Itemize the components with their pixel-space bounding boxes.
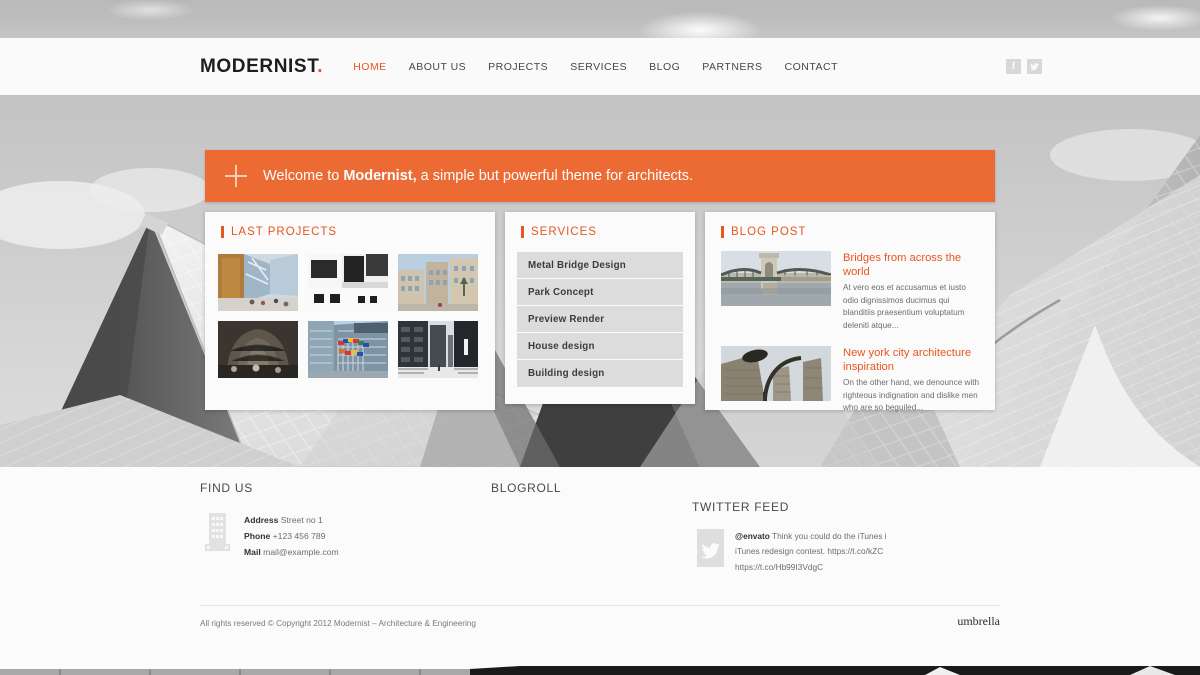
- site-footer: FIND US Address Street no 1 Phone +123 4…: [0, 467, 1200, 652]
- facebook-icon[interactable]: f: [1006, 59, 1021, 74]
- page-bottom-bleed: [0, 652, 1200, 675]
- last-projects-heading: LAST PROJECTS: [221, 226, 495, 238]
- service-item-preview-render[interactable]: Preview Render: [517, 306, 683, 333]
- tweet-text: @envato Think you could do the iTunes i …: [735, 529, 887, 575]
- last-projects-panel: LAST PROJECTS: [205, 212, 495, 410]
- project-thumb-plaza[interactable]: [398, 254, 478, 311]
- twitter-feed-heading: TWITTER FEED: [692, 500, 790, 514]
- footer-column-twitter-feed: TWITTER FEED @envato Think you could do …: [692, 500, 992, 575]
- heading-bar-marker: [221, 226, 224, 238]
- nav-item-projects[interactable]: PROJECTS: [488, 61, 548, 73]
- welcome-banner-text: Welcome to Modernist, a simple but power…: [263, 168, 693, 184]
- project-thumb-vault[interactable]: [218, 321, 298, 378]
- twitter-handle[interactable]: @envato: [735, 531, 770, 541]
- heading-label: BLOG POST: [731, 226, 807, 238]
- mail-label: Mail: [244, 546, 261, 557]
- services-heading: SERVICES: [521, 226, 695, 238]
- blog-post-item[interactable]: Bridges from across the world At vero eo…: [721, 251, 981, 333]
- social-links: f: [1006, 59, 1042, 74]
- heading-bar-marker: [721, 226, 724, 238]
- mail-value[interactable]: mail@example.com: [261, 547, 339, 557]
- twitter-avatar: [697, 529, 724, 567]
- blog-post-item[interactable]: New york city architecture inspiration O…: [721, 345, 981, 415]
- nav-item-home[interactable]: HOME: [353, 61, 387, 73]
- heading-label: SERVICES: [531, 226, 597, 238]
- heading-label: LAST PROJECTS: [231, 226, 338, 238]
- plus-icon: [225, 165, 247, 187]
- footer-column-find-us: FIND US Address Street no 1 Phone +123 4…: [200, 481, 480, 561]
- blog-post-heading: BLOG POST: [721, 226, 995, 238]
- hero-sky-bleed-top: [0, 0, 1200, 38]
- nav-item-about-us[interactable]: ABOUT US: [409, 61, 466, 73]
- phone-row: Phone +123 456 789: [244, 529, 339, 545]
- nav-item-blog[interactable]: BLOG: [649, 61, 680, 73]
- twitter-bird-icon: [701, 543, 720, 559]
- phone-label: Phone: [244, 530, 271, 541]
- site-logo[interactable]: MODERNIST.: [200, 56, 323, 78]
- mail-row: Mail mail@example.com: [244, 545, 339, 561]
- site-header: MODERNIST. HOME ABOUT US PROJECTS SERVIC…: [0, 38, 1200, 95]
- blog-post-excerpt: At vero eos et accusamus et iusto odio d…: [843, 283, 966, 331]
- blog-post-title[interactable]: New york city architecture inspiration: [843, 346, 981, 374]
- welcome-text-bold: Modernist,: [343, 168, 417, 184]
- welcome-text-after: a simple but powerful theme for architec…: [416, 168, 694, 184]
- service-item-park-concept[interactable]: Park Concept: [517, 279, 683, 306]
- welcome-banner[interactable]: Welcome to Modernist, a simple but power…: [205, 150, 995, 202]
- find-us-heading: FIND US: [200, 481, 253, 495]
- project-thumb-atrium[interactable]: [218, 254, 298, 311]
- services-list: Metal Bridge Design Park Concept Preview…: [517, 252, 683, 387]
- blog-post-excerpt: On the other hand, we denounce with righ…: [843, 377, 980, 413]
- umbrella-brand-logo[interactable]: umbrella: [957, 614, 1000, 629]
- blogroll-heading: BLOGROLL: [491, 481, 562, 495]
- logo-dot: .: [317, 55, 324, 77]
- main-navigation: HOME ABOUT US PROJECTS SERVICES BLOG PAR…: [353, 61, 838, 73]
- services-panel: SERVICES Metal Bridge Design Park Concep…: [505, 212, 695, 404]
- twitter-bird-glyph: [1030, 62, 1039, 70]
- twitter-icon[interactable]: [1027, 59, 1042, 74]
- service-item-building-design[interactable]: Building design: [517, 360, 683, 387]
- address-value: Street no 1: [278, 515, 323, 525]
- nav-item-contact[interactable]: CONTACT: [785, 61, 838, 73]
- nav-item-partners[interactable]: PARTNERS: [702, 61, 762, 73]
- address-row: Address Street no 1: [244, 513, 339, 529]
- footer-divider: [200, 605, 1000, 606]
- project-thumb-flags[interactable]: [308, 321, 388, 378]
- blog-post-title[interactable]: Bridges from across the world: [843, 251, 981, 279]
- nav-item-services[interactable]: SERVICES: [570, 61, 627, 73]
- bottom-architecture-strip: [0, 652, 1200, 675]
- tweet-line-2: iTunes redesign contest. https://t.co/kZ…: [735, 546, 884, 557]
- find-us-details: Address Street no 1 Phone +123 456 789 M…: [244, 513, 339, 561]
- phone-value: +123 456 789: [270, 530, 326, 541]
- tweet-line-1-text: Think you could do the iTunes i: [769, 531, 887, 541]
- footer-column-blogroll: BLOGROLL: [491, 481, 681, 495]
- tweet-line-1: @envato Think you could do the iTunes i: [735, 529, 887, 544]
- service-item-house-design[interactable]: House design: [517, 333, 683, 360]
- logo-text: MODERNIST: [200, 55, 318, 77]
- building-icon: [205, 513, 230, 551]
- project-thumb-white-building[interactable]: [308, 254, 388, 311]
- project-thumbnail-grid: [218, 254, 495, 378]
- blog-post-panel: BLOG POST Bridges from across the world …: [705, 212, 995, 412]
- tweet-line-3[interactable]: https://t.co/Hb99I3VdgC: [735, 560, 887, 575]
- service-item-metal-bridge-design[interactable]: Metal Bridge Design: [517, 252, 683, 279]
- welcome-text-before: Welcome to: [263, 168, 344, 184]
- project-thumb-towers[interactable]: [398, 321, 478, 378]
- copyright-text: All rights reserved © Copyright 2012 Mod…: [200, 619, 476, 628]
- address-label: Address: [244, 515, 279, 525]
- blog-thumb-nyc[interactable]: [721, 345, 831, 401]
- heading-bar-marker: [521, 226, 524, 238]
- blog-thumb-bridge[interactable]: [721, 251, 831, 306]
